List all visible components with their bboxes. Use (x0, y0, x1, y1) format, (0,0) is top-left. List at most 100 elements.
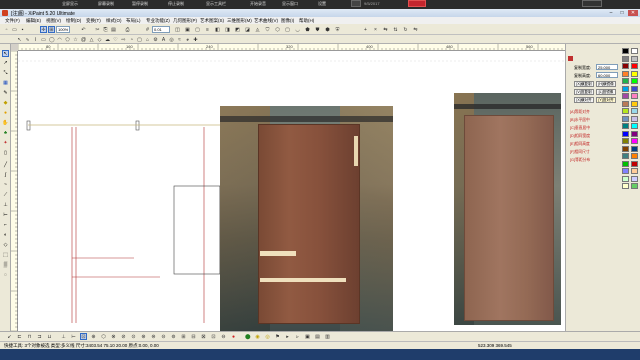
topbar-item[interactable]: 显示工具栏 (206, 1, 226, 7)
color-swatch[interactable] (631, 48, 638, 54)
color-swatch[interactable] (631, 85, 638, 92)
heart-icon[interactable]: ♡ (112, 36, 119, 43)
color-swatch[interactable] (622, 115, 629, 122)
fill-icon[interactable]: ◆ (2, 100, 9, 107)
curve-icon[interactable]: ∿ (24, 36, 31, 43)
color-swatch[interactable] (622, 48, 629, 54)
emblem-icon[interactable]: ⛨ (334, 26, 341, 33)
color-swatch[interactable] (631, 63, 638, 69)
cusp-icon[interactable]: ⊛ (140, 333, 147, 340)
reverse-icon[interactable]: ⊝ (160, 333, 167, 340)
paste-icon[interactable]: ▤ (110, 26, 117, 33)
add-node-icon[interactable]: + (362, 26, 369, 33)
flip-h-icon[interactable]: ⇆ (382, 26, 389, 33)
color-swatch[interactable] (622, 93, 629, 99)
topbar-item[interactable]: 暂停录制 (132, 1, 148, 7)
spray-icon[interactable]: ♣ (2, 130, 9, 137)
color-swatch[interactable] (631, 138, 638, 144)
sector-icon[interactable]: ◕ (184, 36, 191, 43)
pen-icon[interactable]: ✎ (2, 90, 9, 97)
color-swatch[interactable] (622, 130, 629, 137)
flip-v-icon[interactable]: ⇅ (392, 26, 399, 33)
node-edit-icon[interactable]: ↗ (2, 60, 9, 67)
color-swatch[interactable] (622, 138, 629, 144)
library-icon[interactable]: ▤ (314, 333, 321, 340)
hex-grid-icon[interactable]: ⬡ (100, 333, 107, 340)
pointer-icon[interactable]: ↖ (16, 36, 23, 43)
undo-icon[interactable]: ↶ (80, 26, 87, 33)
connector-icon[interactable]: ⌐ (2, 222, 9, 229)
horizontal-mirror-button[interactable]: [H]横镜像 (596, 81, 616, 87)
image-icon[interactable]: ▣ (304, 333, 311, 340)
align-icon[interactable]: ≡ (204, 26, 211, 33)
baseline-icon[interactable]: ⊢ (70, 333, 77, 340)
horizontal-align-button[interactable]: [X]横对齐 (574, 97, 594, 103)
vertical-mirror-button[interactable]: [L]竖镜像 (596, 89, 616, 95)
smooth-icon[interactable]: ⊙ (130, 333, 137, 340)
select-mode-icon[interactable]: ✛ (40, 26, 47, 33)
gear-shape-icon[interactable]: ⚙ (152, 36, 159, 43)
node-join-icon[interactable]: ⊗ (110, 333, 117, 340)
spiral-icon[interactable]: @ (80, 36, 87, 43)
align-option[interactable]: [G]等距分布 (570, 158, 590, 163)
shield-outline-icon[interactable]: ⛊ (314, 26, 321, 33)
align-left-icon[interactable]: ⊏ (16, 333, 23, 340)
shape-icon[interactable]: ⬡ (274, 26, 281, 33)
color-swatch[interactable] (631, 160, 638, 167)
layers-icon[interactable]: ▥ (324, 333, 331, 340)
topbar-item[interactable]: 开始录音 (250, 1, 266, 7)
grid-icon[interactable]: # (144, 26, 151, 33)
align-option[interactable]: [B]水平居中 (570, 118, 590, 123)
record-icon[interactable]: ● (230, 333, 237, 340)
arc-icon[interactable]: ◠ (56, 36, 63, 43)
color-swatch[interactable] (622, 108, 629, 114)
color-swatch[interactable] (622, 145, 629, 152)
vertical-align-button[interactable]: [Y]竖对齐 (596, 97, 616, 103)
eraser-icon[interactable]: ▯ (2, 150, 9, 157)
arrow-shape-icon[interactable]: ⇨ (120, 36, 127, 43)
cup-icon[interactable]: ◡ (294, 26, 301, 33)
color-swatch[interactable] (622, 100, 629, 107)
align-option[interactable]: [F]相同尺寸 (570, 150, 590, 155)
color-swatch[interactable] (622, 63, 629, 69)
color-swatch[interactable] (622, 160, 629, 167)
topbar-item[interactable]: 全屏显示 (62, 1, 78, 7)
transform-icon[interactable]: ⤡ (2, 70, 9, 77)
wood-photo-2[interactable] (454, 93, 561, 325)
ring-icon[interactable]: ◎ (168, 36, 175, 43)
color-swatch[interactable] (631, 93, 638, 99)
red-outline-shape[interactable] (71, 127, 205, 323)
round-rect-icon[interactable]: ▢ (284, 26, 291, 33)
shadow-icon[interactable]: ▒ (2, 262, 9, 269)
snap-icon[interactable]: ⊡ (80, 333, 87, 340)
zoom-icon[interactable]: ▦ (2, 80, 9, 87)
freehand-icon[interactable]: ~ (2, 182, 9, 189)
line-width-combo[interactable]: 0.01 (152, 26, 170, 33)
color-swatch[interactable] (622, 123, 629, 129)
triangle-icon[interactable]: △ (88, 36, 95, 43)
horizontal-copy-button[interactable]: [X]横复制 (574, 81, 594, 87)
text-icon[interactable]: A (160, 36, 167, 43)
frame-icon[interactable]: ▢ (136, 36, 143, 43)
color-swatch[interactable] (631, 55, 638, 62)
break-icon[interactable]: ◨ (224, 26, 231, 33)
color-swatch[interactable] (631, 115, 638, 122)
move-mode-icon[interactable]: ⊞ (48, 26, 55, 33)
node-break-icon[interactable]: ⊘ (120, 333, 127, 340)
extract-icon[interactable]: ⊞ (180, 333, 187, 340)
copy-icon[interactable]: ⎘ (102, 26, 109, 33)
color-swatch[interactable] (622, 175, 629, 182)
callout-icon[interactable]: ◔ (128, 36, 135, 43)
symmetric-icon[interactable]: ⊜ (150, 333, 157, 340)
intersect-icon[interactable]: ◬ (254, 26, 261, 33)
color-swatch[interactable] (622, 153, 629, 159)
color-swatch[interactable] (631, 130, 638, 137)
color-swatch[interactable] (631, 168, 638, 174)
minimize-button[interactable]: – (606, 10, 616, 16)
color-swatch[interactable] (631, 175, 638, 182)
light-icon[interactable]: ◎ (264, 333, 271, 340)
envelope-icon[interactable]: ◇ (2, 242, 9, 249)
close-path-icon[interactable]: ⊚ (170, 333, 177, 340)
color-swatch[interactable] (631, 153, 638, 159)
line-tool-icon[interactable]: ╱ (2, 162, 9, 169)
